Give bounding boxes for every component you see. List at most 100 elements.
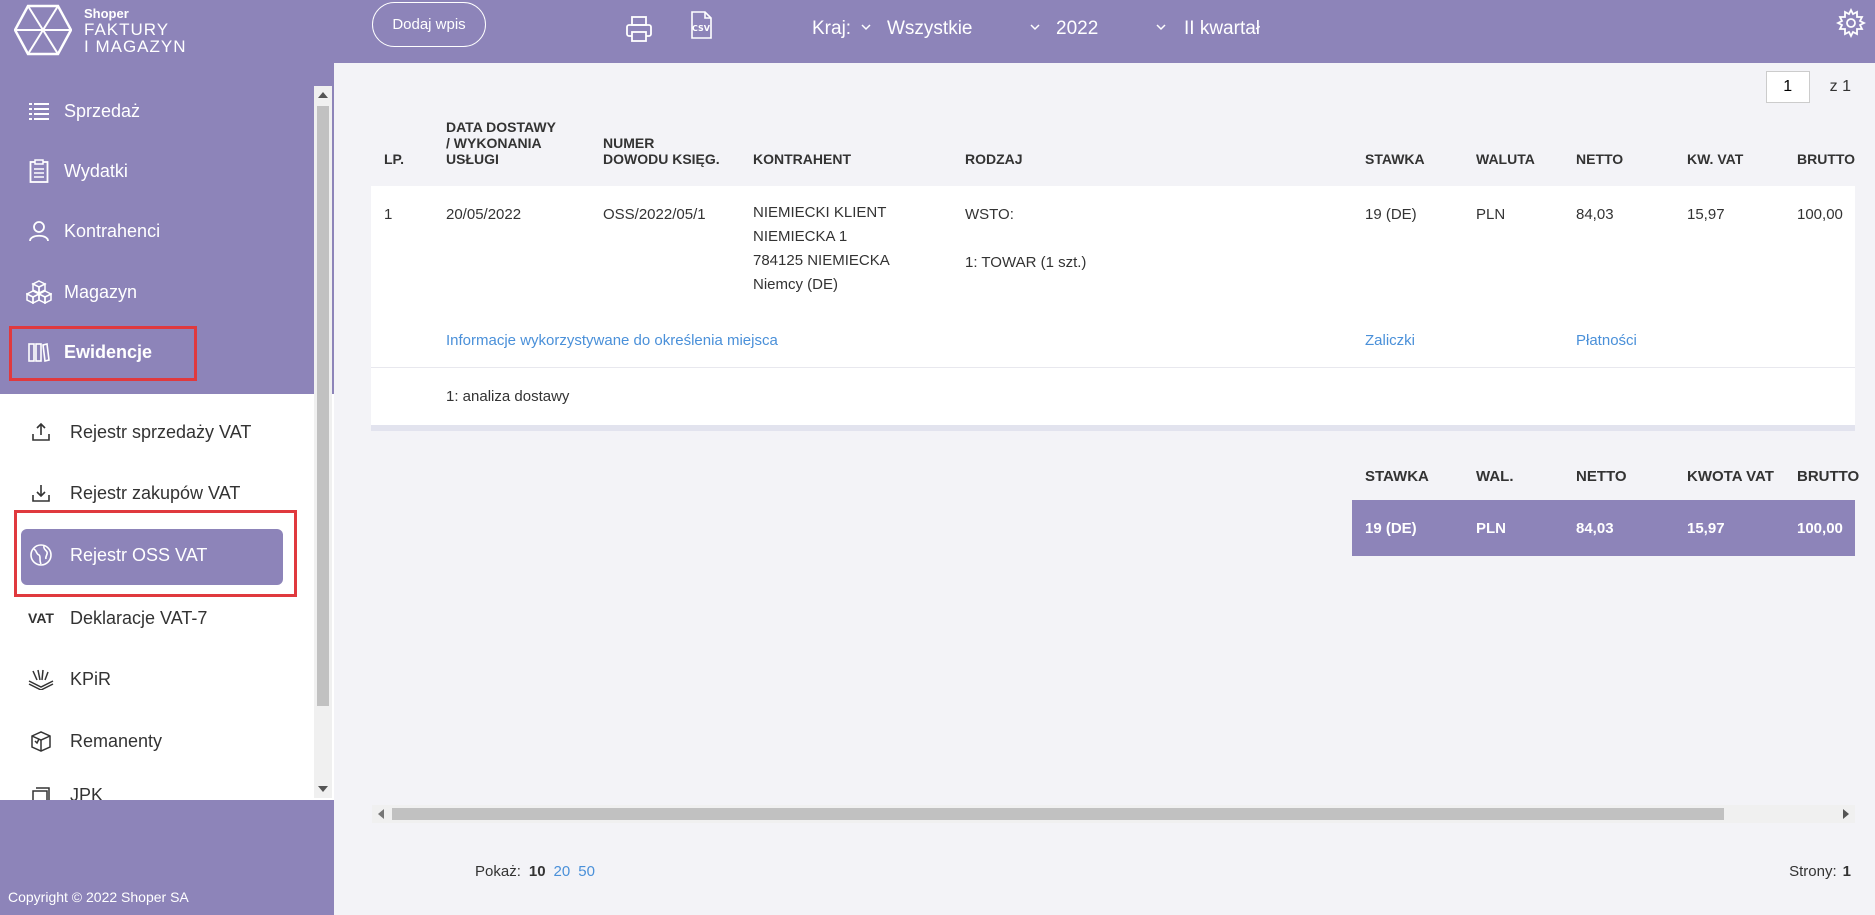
logo[interactable]: Shoper FAKTURY I MAGAZYN — [14, 4, 214, 56]
cell-gross: 100,00 — [1797, 206, 1843, 223]
cell-contractor: NIEMIECKI KLIENT NIEMIECKA 1 784125 NIEM… — [753, 204, 890, 293]
summary-net: 84,03 — [1576, 520, 1614, 537]
cell-rate: 19 (DE) — [1365, 206, 1417, 223]
submenu-item-label: Deklaracje VAT-7 — [70, 607, 208, 628]
books-icon — [28, 666, 54, 692]
submenu-item-rejestr-sprzedazy[interactable]: Rejestr sprzedaży VAT — [28, 414, 251, 450]
sidebar: Shoper FAKTURY I MAGAZYN Sprzedaż Wydatk… — [0, 0, 334, 915]
cell-net: 84,03 — [1576, 206, 1614, 223]
submenu-item-kpir[interactable]: KPiR — [28, 661, 111, 697]
download-icon — [28, 480, 54, 506]
pages-value[interactable]: 1 — [1843, 863, 1851, 880]
col-header-net: NETTO — [1576, 151, 1624, 167]
gear-icon[interactable] — [1836, 8, 1866, 38]
quarter-select[interactable]: II kwartał — [1184, 18, 1260, 40]
chevron-down-icon[interactable] — [1030, 22, 1040, 32]
col-header-rate: STAWKA — [1365, 151, 1425, 167]
year-select[interactable]: 2022 — [1056, 18, 1098, 40]
submenu-item-rejestr-zakupow[interactable]: Rejestr zakupów VAT — [28, 475, 240, 511]
sidebar-item-sprzedaz[interactable]: Sprzedaż — [26, 93, 140, 129]
summary-header-rate: STAWKA — [1365, 468, 1429, 485]
sidebar-item-label: Kontrahenci — [64, 220, 161, 241]
scroll-down-arrow-icon[interactable] — [318, 786, 328, 792]
page-number-input[interactable] — [1765, 71, 1810, 103]
top-pager: z 1 — [1765, 71, 1851, 103]
col-header-gross: BRUTTO — [1797, 151, 1856, 167]
summary-header-currency: WAL. — [1476, 468, 1514, 485]
scroll-left-arrow-icon[interactable] — [378, 809, 384, 819]
submenu-item-jpk[interactable]: JPK — [28, 785, 103, 800]
col-header-currency: WALUTA — [1476, 151, 1535, 167]
pages-info: Strony: 1 — [1789, 863, 1851, 880]
col-header-date: DATA DOSTAWY / WYKONANIA USŁUGI — [446, 119, 556, 167]
country-label: Kraj: — [812, 18, 852, 39]
sidebar-item-label: Magazyn — [64, 281, 138, 302]
cell-kind: WSTO: 1: TOWAR (1 szt.) — [965, 206, 1087, 271]
chevron-down-icon[interactable] — [861, 22, 871, 32]
submenu-item-label: Rejestr sprzedaży VAT — [70, 421, 252, 442]
cell-vat: 15,97 — [1687, 206, 1725, 223]
page-size-option-20[interactable]: 20 — [554, 863, 571, 880]
horizontal-scrollbar[interactable] — [372, 805, 1855, 823]
page-size-selector: Pokaż: 10 20 50 — [475, 863, 595, 880]
boxes-icon — [26, 279, 52, 305]
cell-date: 20/05/2022 — [446, 206, 522, 223]
sidebar-item-magazyn[interactable]: Magazyn — [26, 274, 137, 310]
svg-text:CSV: CSV — [692, 24, 711, 33]
country-select[interactable]: Wszystkie — [887, 18, 973, 40]
vat-icon: VAT — [28, 610, 54, 626]
cell-number: OSS/2022/05/1 — [603, 206, 706, 223]
add-entry-button[interactable]: Dodaj wpis — [372, 2, 486, 47]
sidebar-item-label: Wydatki — [64, 160, 128, 181]
col-header-number: NUMER DOWODU KSIĘG. — [603, 135, 720, 167]
cell-analysis: 1: analiza dostawy — [446, 388, 570, 405]
summary-currency: PLN — [1476, 520, 1506, 537]
submenu-item-label: Remanenty — [70, 730, 163, 751]
submenu-item-label: KPiR — [70, 668, 112, 689]
list-icon — [26, 98, 52, 124]
highlight-box-rejestr-oss — [14, 510, 297, 597]
table-row[interactable] — [371, 186, 1855, 431]
submenu-item-deklaracje-vat7[interactable]: VAT Deklaracje VAT-7 — [28, 600, 207, 636]
cell-lp: 1 — [384, 206, 393, 223]
summary-header-net: NETTO — [1576, 468, 1627, 485]
col-header-lp: LP. — [384, 151, 404, 167]
pages-label: Strony: — [1789, 863, 1837, 880]
scroll-right-arrow-icon[interactable] — [1843, 809, 1849, 819]
submenu-item-label: Rejestr zakupów VAT — [70, 482, 241, 503]
link-advances[interactable]: Zaliczki — [1365, 332, 1415, 349]
submenu-item-label: JPK — [70, 785, 104, 800]
documents-icon — [28, 785, 54, 800]
summary-rate: 19 (DE) — [1365, 520, 1417, 537]
clipboard-icon — [26, 158, 52, 184]
horizontal-scroll-thumb[interactable] — [392, 808, 1724, 820]
sidebar-scrollbar[interactable] — [314, 86, 332, 798]
link-payments[interactable]: Płatności — [1576, 332, 1637, 349]
show-label: Pokaż: — [475, 863, 521, 880]
user-icon — [26, 218, 52, 244]
sidebar-scroll-thumb[interactable] — [317, 106, 329, 706]
sidebar-item-wydatki[interactable]: Wydatki — [26, 153, 128, 189]
submenu-item-remanenty[interactable]: Remanenty — [28, 723, 162, 759]
csv-export-icon[interactable]: CSV — [686, 10, 716, 40]
row-divider — [371, 367, 1855, 368]
top-toolbar: Dodaj wpis CSV Kraj: Wszystkie 2022 II k… — [334, 0, 1875, 63]
summary-header-vat: KWOTA VAT — [1687, 468, 1774, 485]
page-size-current[interactable]: 10 — [529, 863, 546, 880]
summary-gross: 100,00 — [1797, 520, 1843, 537]
sidebar-main-menu: Shoper FAKTURY I MAGAZYN Sprzedaż Wydatk… — [0, 0, 334, 394]
print-icon[interactable] — [624, 14, 654, 44]
summary-vat: 15,97 — [1687, 520, 1725, 537]
sidebar-footer: Copyright © 2022 Shoper SA — [0, 800, 334, 915]
scroll-up-arrow-icon[interactable] — [318, 92, 328, 98]
chevron-down-icon[interactable] — [1156, 22, 1166, 32]
row-bottom-border — [371, 425, 1855, 431]
link-place-info[interactable]: Informacje wykorzystywane do określenia … — [446, 332, 778, 349]
col-header-vat: KW. VAT — [1687, 151, 1744, 167]
page-size-option-50[interactable]: 50 — [578, 863, 595, 880]
hexagon-logo-icon — [14, 4, 72, 56]
summary-header-gross: BRUTTO — [1797, 468, 1860, 485]
sidebar-item-kontrahenci[interactable]: Kontrahenci — [26, 213, 160, 249]
page-total: z 1 — [1829, 78, 1851, 95]
logo-brand: Shoper — [84, 6, 129, 21]
